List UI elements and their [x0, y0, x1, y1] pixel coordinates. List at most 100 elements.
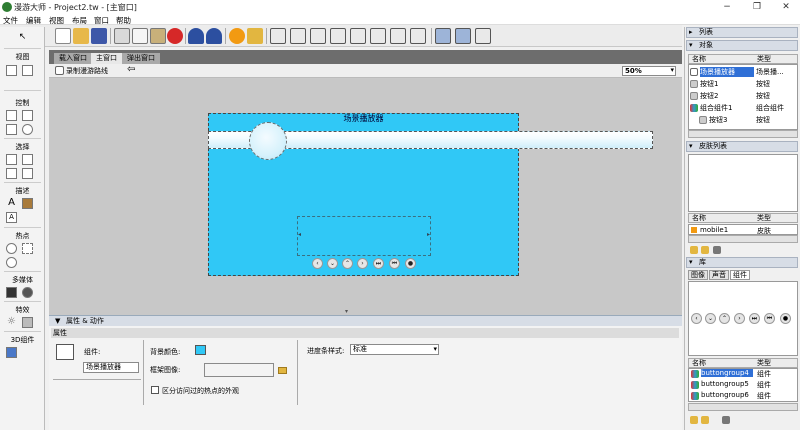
- restore-button[interactable]: ❐: [743, 0, 771, 14]
- skin-row[interactable]: mobile1: [700, 226, 728, 234]
- col-name[interactable]: 名称: [692, 359, 706, 367]
- image-tool-icon[interactable]: [22, 198, 33, 209]
- view-rect-icon[interactable]: [6, 65, 17, 76]
- save-icon[interactable]: [91, 28, 107, 44]
- checkbox-icon[interactable]: [690, 68, 698, 76]
- align-left-icon[interactable]: [270, 28, 286, 44]
- back-arrow-icon[interactable]: ⇦: [127, 64, 135, 75]
- button-control-icon[interactable]: [6, 110, 17, 121]
- import-component-icon[interactable]: [701, 416, 709, 424]
- dropdown-select-icon[interactable]: [6, 168, 17, 179]
- object-row[interactable]: 组合组件1: [700, 103, 732, 113]
- library-panel-header[interactable]: ▾ 库: [686, 257, 798, 268]
- ctl-prev-button[interactable]: ⏮: [389, 258, 400, 269]
- objects-panel-header[interactable]: ▾ 对象: [686, 40, 798, 51]
- cut-icon[interactable]: [114, 28, 130, 44]
- object-row[interactable]: 场景播放器: [700, 67, 754, 77]
- minimize-button[interactable]: −: [713, 0, 741, 14]
- sound-tool-icon[interactable]: [22, 287, 33, 298]
- same-width-icon[interactable]: [390, 28, 406, 44]
- chart-control-icon[interactable]: [6, 124, 17, 135]
- hotspot-point-icon[interactable]: [6, 243, 17, 254]
- object-row[interactable]: 按钮3: [709, 115, 727, 125]
- align-center-icon[interactable]: [290, 28, 306, 44]
- list-select-icon[interactable]: [6, 154, 17, 165]
- close-button[interactable]: ✕: [772, 0, 800, 14]
- sun-effect-icon[interactable]: ☼: [6, 317, 17, 328]
- hotspot-disabled-icon[interactable]: [6, 257, 17, 268]
- flare-effect-icon[interactable]: [22, 317, 33, 328]
- preview-icon[interactable]: [229, 28, 245, 44]
- library-tab-sounds[interactable]: 声音: [709, 270, 729, 280]
- tab-popup-window[interactable]: 弹出窗口: [122, 53, 160, 64]
- add-skin-icon[interactable]: [690, 246, 698, 254]
- ctl-left-button[interactable]: ‹: [312, 258, 323, 269]
- col-name[interactable]: 名称: [692, 55, 706, 63]
- textbox-tool-icon[interactable]: A: [6, 212, 17, 223]
- library-row[interactable]: buttongroup6: [701, 391, 749, 399]
- combo-select-icon[interactable]: [22, 154, 33, 165]
- delete-icon[interactable]: [167, 28, 183, 44]
- view-frame-icon[interactable]: [22, 65, 33, 76]
- align-top-icon[interactable]: [330, 28, 346, 44]
- add-component-icon[interactable]: [690, 416, 698, 424]
- library-tab-components[interactable]: 组件: [730, 270, 750, 280]
- col-type[interactable]: 类型: [757, 55, 771, 63]
- grid-icon[interactable]: [475, 28, 491, 44]
- new-file-icon[interactable]: [55, 28, 71, 44]
- library-tab-images[interactable]: 图像: [688, 270, 708, 280]
- align-right-icon[interactable]: [310, 28, 326, 44]
- publish-icon[interactable]: [247, 28, 263, 44]
- record-path-button[interactable]: 录制漫游路线: [66, 66, 108, 76]
- objects-scrollbar[interactable]: [688, 130, 798, 138]
- skins-panel-header[interactable]: ▾ 皮肤列表: [686, 141, 798, 152]
- skins-scrollbar[interactable]: [688, 235, 798, 243]
- object-row[interactable]: 按钮2: [700, 91, 718, 101]
- select-arrow-icon[interactable]: ↖: [17, 33, 28, 44]
- paste-icon[interactable]: [150, 28, 166, 44]
- open-folder-icon[interactable]: [73, 28, 89, 44]
- import-skin-icon[interactable]: [701, 246, 709, 254]
- tab-load-window[interactable]: 载入窗口: [54, 53, 92, 64]
- object-row[interactable]: 按钮1: [700, 79, 718, 89]
- properties-header[interactable]: ▼ 属性 & 动作: [49, 315, 682, 326]
- visited-hotspot-checkbox[interactable]: [151, 386, 159, 394]
- progress-style-select[interactable]: 标准 ▾: [350, 344, 439, 355]
- align-middle-icon[interactable]: [350, 28, 366, 44]
- redo-icon[interactable]: [206, 28, 222, 44]
- text-tool-icon[interactable]: A: [6, 198, 17, 209]
- collapse-icon[interactable]: ▼: [55, 316, 60, 326]
- button-group-frame[interactable]: ◂ ▸: [297, 216, 431, 256]
- col-name[interactable]: 名称: [692, 214, 706, 222]
- ctl-up-button[interactable]: ⌃: [342, 258, 353, 269]
- ctl-next-button[interactable]: ⏭: [373, 258, 384, 269]
- col-type[interactable]: 类型: [757, 359, 771, 367]
- ctl-down-button[interactable]: ⌄: [327, 258, 338, 269]
- 3d-component-icon[interactable]: [6, 347, 17, 358]
- undo-icon[interactable]: [188, 28, 204, 44]
- slider-control-icon[interactable]: [22, 110, 33, 121]
- col-type[interactable]: 类型: [757, 214, 771, 222]
- tree-select-icon[interactable]: [22, 168, 33, 179]
- distribute-h-icon[interactable]: [435, 28, 451, 44]
- zoom-select[interactable]: 50% ▾: [622, 66, 676, 76]
- copy-icon[interactable]: [132, 28, 148, 44]
- delete-component-icon[interactable]: [722, 416, 730, 424]
- border-image-field[interactable]: [204, 363, 274, 377]
- distribute-v-icon[interactable]: [455, 28, 471, 44]
- same-height-icon[interactable]: [410, 28, 426, 44]
- library-row[interactable]: buttongroup4: [701, 369, 753, 377]
- progress-knob[interactable]: [249, 122, 287, 160]
- library-scrollbar[interactable]: [688, 403, 798, 411]
- component-name-field[interactable]: 场景播放器: [83, 362, 139, 373]
- align-bottom-icon[interactable]: [370, 28, 386, 44]
- delete-skin-icon[interactable]: [713, 246, 721, 254]
- tab-main-window[interactable]: 主窗口: [91, 53, 122, 64]
- browse-folder-icon[interactable]: [278, 367, 287, 374]
- ctl-eye-button[interactable]: ●: [405, 258, 416, 269]
- ctl-right-button[interactable]: ›: [357, 258, 368, 269]
- record-path-icon[interactable]: [55, 66, 64, 75]
- properties-tab[interactable]: 属性: [51, 328, 679, 338]
- disabled-control-icon[interactable]: [22, 124, 33, 135]
- list-panel-header[interactable]: ▸ 列表: [686, 27, 798, 38]
